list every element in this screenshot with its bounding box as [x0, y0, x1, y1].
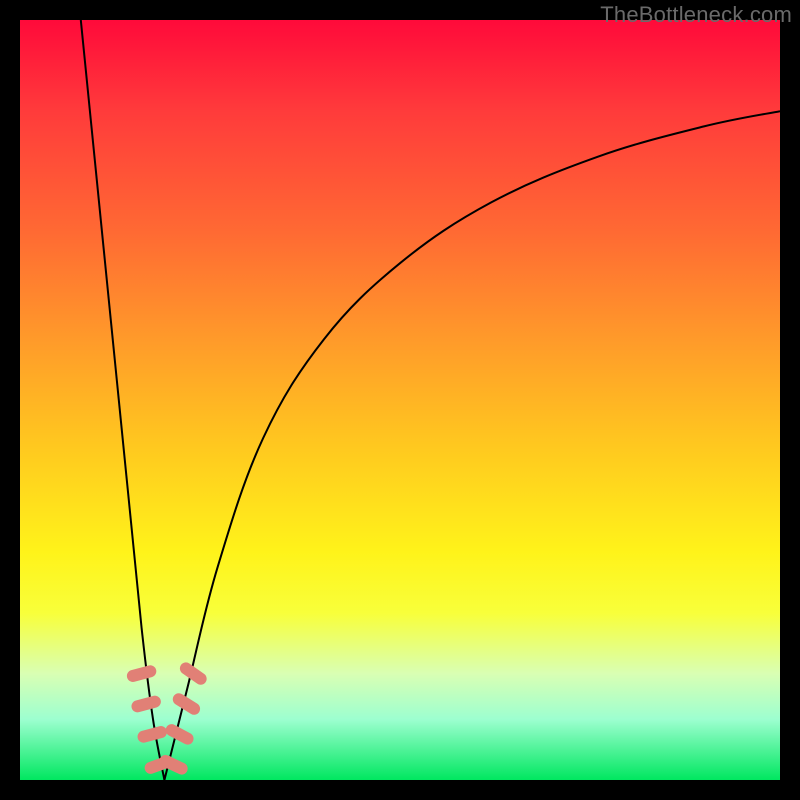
watermark-text: TheBottleneck.com — [600, 2, 792, 28]
chart-svg — [20, 20, 780, 780]
marker-capsule — [136, 725, 168, 744]
marker-capsule — [126, 664, 158, 683]
curve-right — [164, 111, 780, 780]
marker-capsule — [164, 722, 196, 747]
chart-frame: TheBottleneck.com — [0, 0, 800, 800]
marker-capsule — [130, 694, 162, 713]
marker-group — [126, 660, 209, 776]
chart-plot-area — [20, 20, 780, 780]
